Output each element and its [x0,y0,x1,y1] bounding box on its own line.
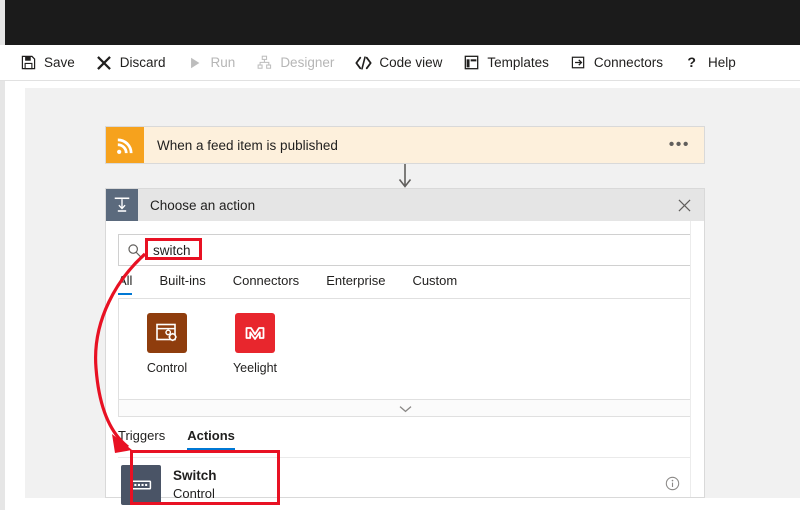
connectors-icon [570,54,587,71]
info-icon[interactable] [665,476,680,494]
rss-icon [106,127,144,163]
tab-connectors[interactable]: Connectors [233,273,299,295]
templates-button[interactable]: Templates [463,54,549,71]
trigger-card[interactable]: When a feed item is published ••• [105,126,705,164]
category-tabs: All Built-ins Connectors Enterprise Cust… [118,273,692,295]
svg-text:?: ? [688,55,697,70]
discard-button[interactable]: Discard [96,54,166,71]
tab-built-ins[interactable]: Built-ins [159,273,205,295]
list-item-title: Switch [173,468,217,484]
save-icon [20,54,37,71]
list-item-subtitle: Control [173,486,215,502]
tab-enterprise[interactable]: Enterprise [326,273,385,295]
app-title-bar [0,0,800,45]
tab-triggers[interactable]: Triggers [118,428,165,450]
code-view-icon [355,54,372,71]
result-tabs: Triggers Actions [118,428,692,450]
yeelight-icon [235,313,275,353]
save-button[interactable]: Save [20,54,75,71]
insert-action-icon [106,189,138,221]
designer-icon [256,54,273,71]
search-icon [119,243,149,258]
connector-tiles: Control Yeelight [118,298,692,400]
canvas-left-gutter [0,81,25,510]
discard-icon [96,54,113,71]
tab-actions[interactable]: Actions [187,428,235,450]
connector-tile-label: Control [146,361,188,375]
code-view-button[interactable]: Code view [355,54,442,71]
list-item[interactable]: Switch Control [118,458,692,512]
run-icon [187,54,204,71]
control-icon [147,313,187,353]
search-input-value: switch [153,242,191,258]
tab-all[interactable]: All [118,273,133,295]
collapse-tiles-button[interactable] [118,400,692,417]
connectors-button[interactable]: Connectors [570,54,663,71]
discard-label: Discard [119,55,166,70]
command-toolbar: Save Discard Run Designer Code view Temp… [0,45,800,81]
switch-icon [121,465,161,505]
panel-header: Choose an action [106,189,704,221]
choose-action-panel: Choose an action switch All Built-ins Co… [105,188,705,505]
trigger-title: When a feed item is published [157,137,338,153]
connectors-label: Connectors [593,55,663,70]
templates-icon [463,54,480,71]
templates-label: Templates [487,55,549,70]
help-button[interactable]: ? Help [684,54,736,71]
connector-tile-control[interactable]: Control [137,313,197,375]
close-icon[interactable] [674,195,694,215]
tab-custom[interactable]: Custom [412,273,457,295]
help-icon: ? [684,54,701,71]
panel-scroll-rail[interactable] [690,221,704,497]
connector-tile-label: Yeelight [232,361,278,375]
code-view-label: Code view [379,55,443,70]
run-label: Run [210,55,236,70]
result-list: Switch Control [118,457,692,512]
panel-title: Choose an action [150,197,256,213]
designer-button[interactable]: Designer [256,54,334,71]
list-item-text: Switch Control [173,467,217,503]
search-input[interactable]: switch [118,234,692,266]
run-button[interactable]: Run [187,54,236,71]
designer-label: Designer [280,55,335,70]
save-label: Save [44,55,75,70]
chevron-down-icon [399,401,412,416]
connector-tile-yeelight[interactable]: Yeelight [225,313,285,375]
trigger-overflow-menu[interactable]: ••• [669,137,690,153]
help-label: Help [707,55,736,70]
